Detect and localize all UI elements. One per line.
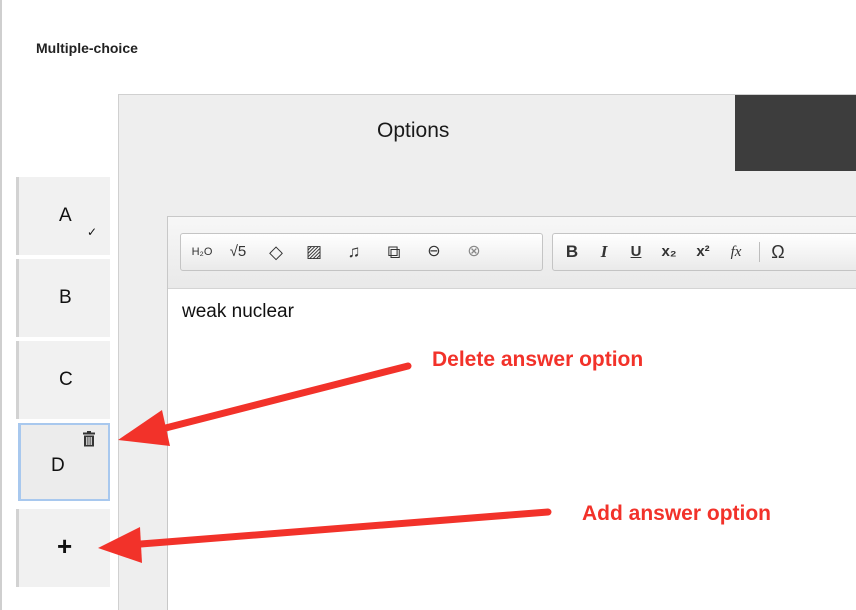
delete-option-trash-icon[interactable] (82, 431, 96, 447)
plus-icon: + (57, 531, 73, 561)
option-letter: C (59, 369, 73, 390)
answer-option-a[interactable]: A ✓ (16, 177, 110, 255)
audio-icon[interactable]: ♫ (339, 234, 369, 270)
correct-check-icon: ✓ (87, 225, 98, 239)
answer-options-list: A ✓ B C D + (16, 177, 112, 603)
italic-button[interactable]: I (591, 234, 617, 270)
window-edge (0, 0, 2, 610)
delete-option-annotation: Delete answer option (432, 348, 644, 371)
option-letter: B (59, 287, 72, 308)
formula-button[interactable]: fx (723, 234, 749, 270)
superscript-button[interactable]: x² (689, 234, 717, 270)
answer-option-d[interactable]: D (18, 423, 110, 501)
page: Multiple-choice Options A ✓ B C D + H₂O … (0, 0, 856, 610)
chemistry-icon[interactable]: H₂O (187, 234, 217, 270)
answer-option-c[interactable]: C (16, 341, 110, 419)
special-character-button[interactable]: Ω (765, 234, 791, 270)
math-sqrt-icon[interactable]: √5 (223, 234, 253, 270)
tab-options[interactable]: Options (119, 95, 733, 173)
tab-options-label: Options (377, 119, 450, 142)
underline-button[interactable]: U (623, 234, 649, 270)
bold-button[interactable]: B (559, 234, 585, 270)
toolbar-separator (759, 242, 760, 262)
question-type-label: Multiple-choice (36, 40, 138, 56)
answer-editor: H₂O √5 ◇ ▨ ♫ ⧉ ⊖ ⊗ B I U x₂ x² fx Ω weak… (167, 216, 856, 610)
editor-toolbar: H₂O √5 ◇ ▨ ♫ ⧉ ⊖ ⊗ B I U x₂ x² fx Ω (168, 217, 856, 289)
toolbar-insert-group: H₂O √5 ◇ ▨ ♫ ⧉ ⊖ ⊗ (180, 233, 543, 271)
option-letter: D (51, 455, 65, 476)
editor-text[interactable]: weak nuclear (182, 301, 294, 323)
answer-option-b[interactable]: B (16, 259, 110, 337)
subscript-button[interactable]: x₂ (655, 234, 683, 270)
unlink-icon[interactable]: ⊗ (459, 234, 489, 270)
toolbar-format-group: B I U x₂ x² fx Ω (552, 233, 856, 271)
add-answer-option-button[interactable]: + (16, 509, 110, 587)
option-letter: A (59, 205, 72, 226)
shape-icon[interactable]: ◇ (261, 234, 291, 270)
image-icon[interactable]: ▨ (299, 234, 329, 270)
tab-secondary[interactable] (735, 95, 856, 171)
video-icon[interactable]: ⧉ (379, 234, 409, 270)
link-icon[interactable]: ⊖ (419, 234, 449, 270)
add-option-annotation: Add answer option (582, 502, 771, 525)
